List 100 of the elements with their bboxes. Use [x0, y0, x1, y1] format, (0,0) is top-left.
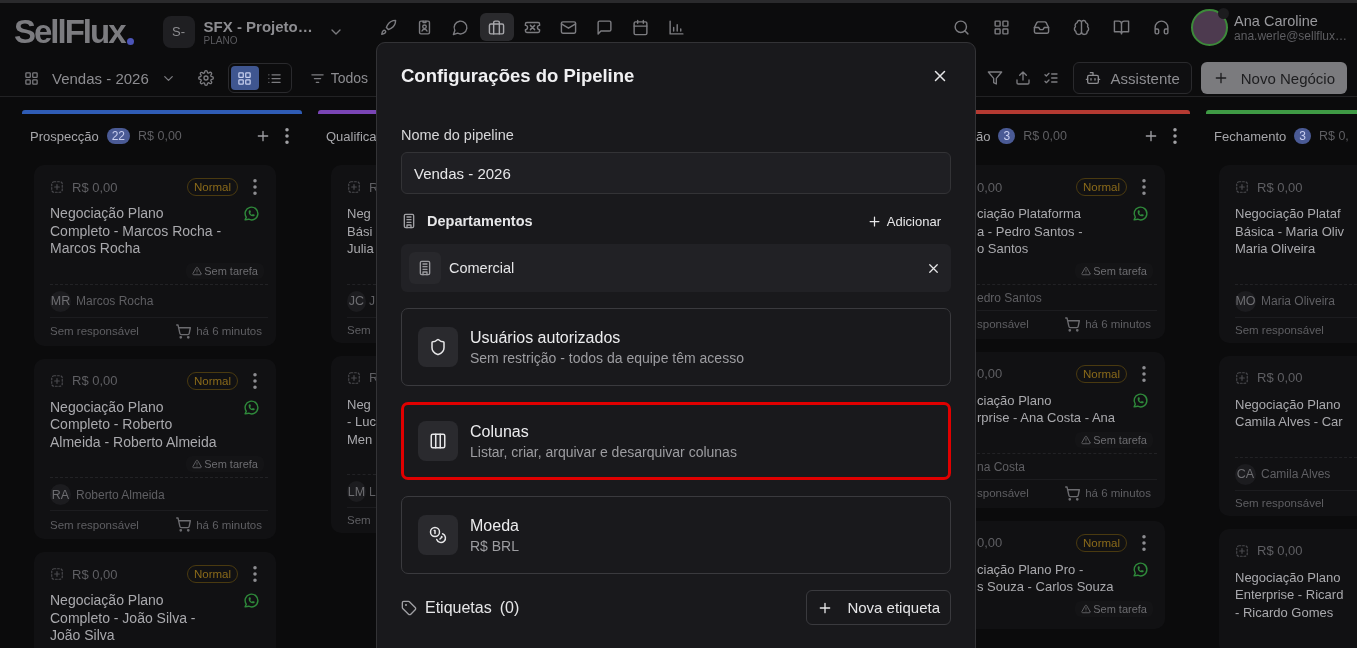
time-label: há 6 minutos	[196, 325, 262, 337]
deal-card[interactable]: R$ 0,00 Normal Negociação Plano Completo - João Silva - João Silva	[34, 552, 276, 648]
owner-label: sponsável	[977, 487, 1029, 499]
grid-icon	[24, 70, 39, 86]
settings-item[interactable]: Moeda R$ BRL	[401, 496, 951, 574]
deal-value: 0,00	[977, 179, 1003, 195]
column-total: R$ 0,00	[138, 129, 182, 143]
column-title: ão	[976, 128, 991, 144]
dashed-plus-icon	[1235, 180, 1249, 194]
deal-value: R$ 0,00	[72, 566, 118, 582]
rocket-icon	[380, 18, 398, 36]
more-vertical-icon	[1173, 128, 1177, 144]
more-vertical-icon	[253, 179, 257, 195]
user-avatar[interactable]	[1191, 9, 1229, 46]
warning-icon	[1081, 434, 1092, 445]
dashed-plus-icon	[347, 180, 361, 194]
owner-label: Sem	[347, 323, 371, 336]
deal-card[interactable]: 0,00 Normal ciação Plano Pro - s Souza - Carlos Souza Sem tarefa	[976, 520, 1165, 629]
contact-name: na Costa	[977, 459, 1026, 474]
settings-button[interactable]	[197, 70, 214, 86]
settings-item-description: R$ BRL	[470, 537, 520, 554]
dashed-plus-icon	[50, 567, 64, 581]
apps-grid-icon	[992, 18, 1010, 36]
pipeline-selector[interactable]: Vendas - 2026	[52, 69, 176, 87]
settings-item[interactable]: Usuários autorizados Sem restrição - todos da equipe têm acesso	[401, 308, 951, 386]
cart-icon	[176, 323, 192, 339]
contact-name: edro Santos	[977, 290, 1042, 305]
column-title: Qualifica	[326, 128, 377, 144]
column-total: R$ 0,00	[1023, 129, 1067, 143]
owner-label: Sem	[347, 514, 371, 526]
count-badge: 3	[998, 128, 1016, 144]
deal-title: Negociação Plataf Básica - Maria Oliv Maria Oliveira	[1235, 205, 1345, 258]
new-tag-button[interactable]: Nova etiqueta	[806, 590, 951, 625]
building-icon	[401, 213, 417, 229]
new-deal-button[interactable]: Novo Negócio	[1200, 62, 1347, 94]
more-vertical-icon	[285, 128, 289, 144]
mail-icon	[560, 18, 578, 36]
deal-card[interactable]: R$ 0,00 Negociação Plano Camila Alves - Car CA Camila Alves Sem responsável	[1219, 355, 1357, 516]
count-badge: 3	[1294, 128, 1311, 144]
checklist-icon	[1042, 70, 1059, 86]
columns-icon	[429, 432, 447, 450]
deal-value: R$ 0,00	[72, 373, 118, 388]
field-label: Nome do pipeline	[401, 127, 515, 143]
bar-chart-icon	[668, 18, 686, 36]
contact-name: Camila Alves	[1261, 467, 1331, 481]
owner-label: Sem responsável	[50, 325, 139, 337]
headset-icon	[1152, 18, 1170, 36]
user-name: Ana Caroline	[1234, 12, 1319, 29]
deal-card[interactable]: R$ 0,00 Normal Negociação Plano Completo - Marcos Rocha - Marcos Rocha Sem tarefa MR Marcos Rocha Sem responsável há 6 minutos	[34, 165, 276, 346]
contact-avatar: RA	[50, 484, 71, 505]
deal-value: R$ 0,00	[1257, 370, 1303, 385]
section-title: Departamentos	[427, 213, 533, 229]
more-vertical-icon	[1142, 179, 1146, 195]
funnel-icon	[986, 70, 1003, 86]
settings-item-title: Colunas	[470, 422, 530, 441]
contact-name: J	[369, 294, 375, 308]
warning-icon	[1081, 265, 1092, 276]
book-icon	[1112, 18, 1130, 36]
tag-icon	[401, 599, 417, 616]
deal-card[interactable]: R$ 0,00 Negociação Plano Enterprise - Ricard - Ricardo Gomes	[1219, 528, 1357, 648]
workspace-plan: PLANO	[203, 34, 239, 46]
nav-tab[interactable]	[479, 13, 514, 41]
contact-avatar: JC	[347, 290, 366, 312]
dashed-plus-icon	[1235, 370, 1249, 385]
workspace-switcher[interactable]: S- SFX - Projeto… PLANO	[160, 13, 346, 50]
dashed-plus-icon	[347, 370, 361, 385]
more-vertical-icon	[253, 566, 257, 582]
deal-card[interactable]: 0,00 Normal ciação Plataforma a - Pedro Santos - o Santos Sem tarefa edro Santos sponsável há 6 minutos	[976, 165, 1165, 339]
deal-value: 0,00	[977, 535, 1003, 550]
deal-title: Neg Bási Julia	[347, 205, 374, 258]
deal-title: Negociação Plano Enterprise - Ricard - Ricardo Gomes	[1235, 568, 1344, 621]
owner-label: Sem responsável	[1235, 323, 1324, 336]
filter-dropdown[interactable]: Todos	[309, 70, 369, 86]
plus-icon	[866, 213, 882, 229]
dashed-plus-icon	[50, 373, 64, 388]
deal-title: ciação Plano rprise - Ana Costa - Ana	[977, 391, 1115, 427]
settings-item[interactable]: Colunas Listar, criar, arquivar e desarquivar colunas	[401, 402, 951, 480]
robot-icon	[1084, 70, 1101, 86]
settings-item-title: Moeda	[470, 516, 520, 535]
deal-card[interactable]: R$ 0,00 Normal Negociação Plano Completo - Roberto Almeida - Roberto Almeida Sem tarefa RA Roberto Almeida Sem responsável há 6 minutos	[34, 358, 276, 539]
deal-card[interactable]: R$ 0,00 Negociação Plataf Básica - Maria Oliv Maria Oliveira MO Maria Oliveira Sem responsável	[1219, 165, 1357, 343]
assistant-button[interactable]: Assistente	[1072, 62, 1192, 94]
deal-title: Negociação Plano Camila Alves - Car	[1235, 395, 1343, 431]
deal-title: Negociação Plano Completo - Roberto Almeida - Roberto Almeida	[50, 398, 217, 451]
contact-name: L	[369, 484, 376, 499]
brain-icon	[1072, 18, 1090, 36]
user-email: ana.werle@sellflux…	[1234, 28, 1347, 43]
logo[interactable]: SellFlux	[14, 15, 134, 48]
contact-avatar: MO	[1235, 290, 1256, 312]
chat-icon	[452, 18, 470, 36]
workspace-name: SFX - Projeto…	[203, 17, 313, 35]
board-view-button[interactable]	[230, 66, 259, 90]
pipeline-name-field[interactable]: Vendas - 2026	[401, 152, 951, 194]
warning-icon	[192, 265, 203, 276]
add-department-button[interactable]: Adicionar	[866, 213, 951, 229]
deal-card[interactable]: 0,00 Normal ciação Plano rprise - Ana Costa - Ana Sem tarefa na Costa sponsável há 6 minutos	[976, 351, 1165, 508]
owner-label: sponsável	[977, 318, 1029, 330]
shield-icon	[429, 338, 447, 356]
dashed-plus-icon	[50, 180, 64, 194]
contact-avatar: LM	[347, 481, 366, 502]
